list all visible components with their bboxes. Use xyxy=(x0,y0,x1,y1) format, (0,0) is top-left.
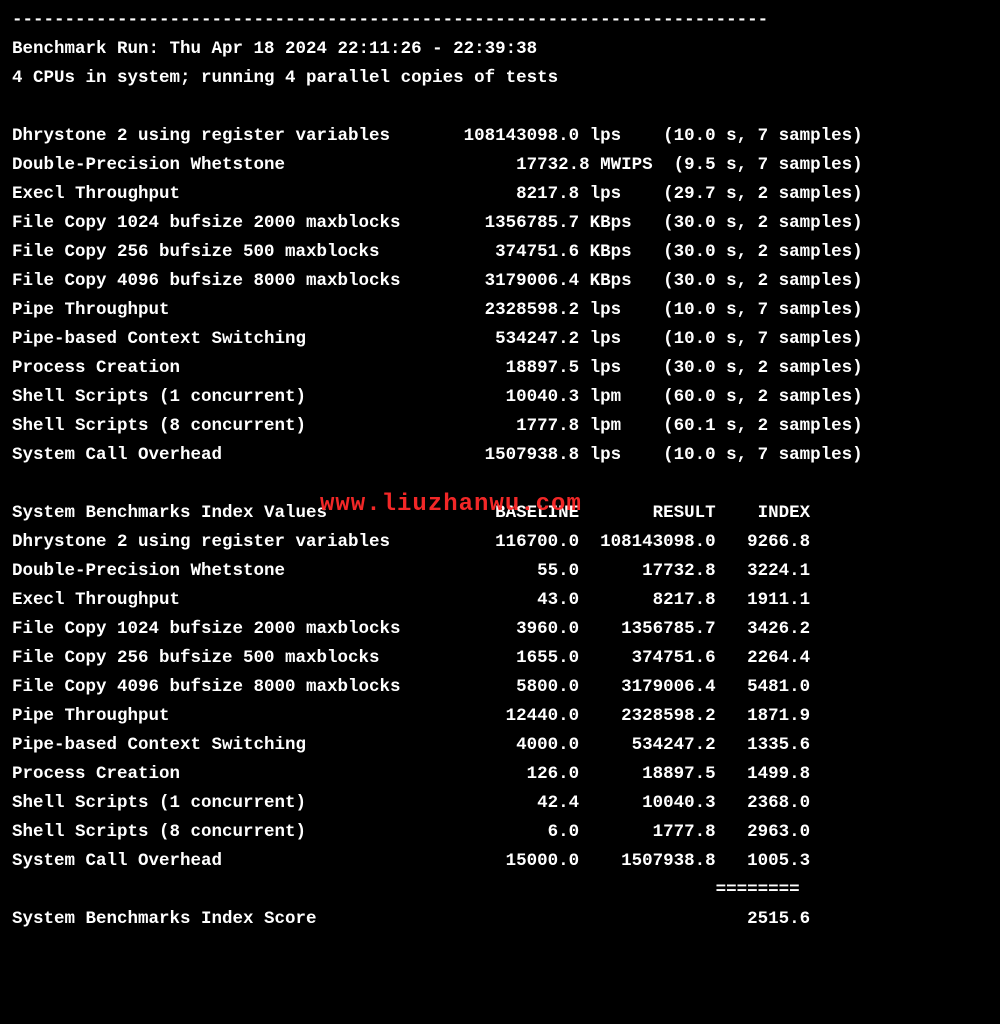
terminal-output: ----------------------------------------… xyxy=(0,0,1000,1024)
